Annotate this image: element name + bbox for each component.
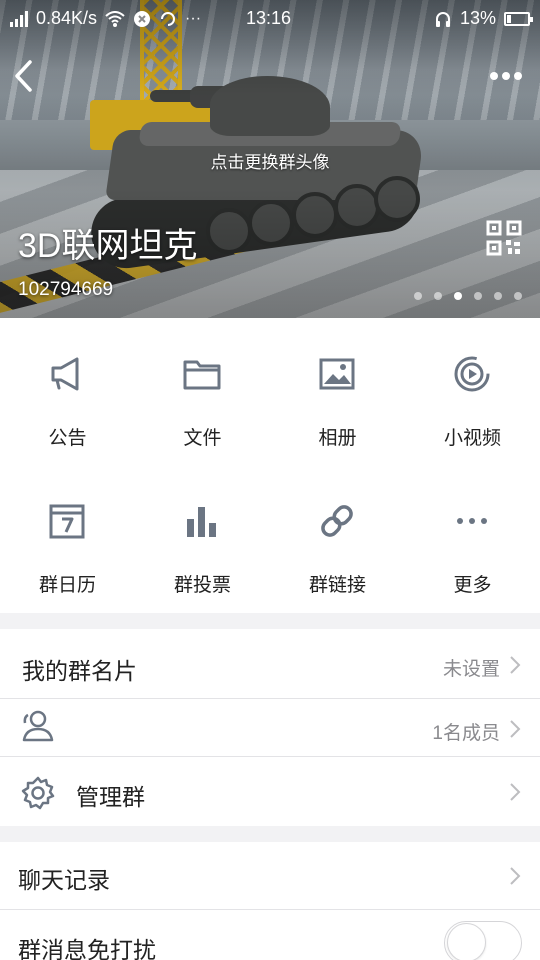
link-icon — [321, 505, 353, 537]
more-options-button[interactable] — [486, 66, 526, 86]
album-icon — [319, 358, 355, 390]
network-speed: 0.84K/s — [36, 8, 98, 28]
my-group-card-row[interactable]: 我的群名片 未设置 — [0, 629, 540, 699]
calendar-button[interactable]: 群日历 — [0, 465, 135, 612]
page-dot — [434, 292, 442, 300]
grid-label: 更多 — [453, 575, 492, 596]
mute-row: 群消息免打扰 — [0, 911, 540, 960]
back-button[interactable] — [10, 58, 40, 94]
grid-label: 公告 — [48, 428, 87, 449]
megaphone-icon — [51, 357, 79, 391]
chat-history-row[interactable]: 聊天记录 — [0, 842, 540, 910]
dot-icon — [514, 72, 522, 80]
grid-label: 相册 — [318, 428, 357, 449]
group-header-banner[interactable]: 0.84K/s ··· 13:16 13% 点击更换群头像 3D联网坦克 102… — [0, 0, 540, 318]
page-dot — [514, 292, 522, 300]
chevron-right-icon — [510, 656, 521, 674]
chat-history-label: 聊天记录 — [18, 867, 110, 893]
qr-code-button[interactable] — [486, 220, 522, 256]
more-dots-icon — [457, 518, 487, 524]
banner-page-indicator — [414, 292, 522, 300]
folder-icon — [183, 360, 221, 390]
more-notifications-icon: ··· — [185, 9, 202, 27]
chat-settings-section: 聊天记录 群消息免打扰 — [0, 842, 540, 960]
bar-chart-icon — [187, 507, 216, 537]
page-dot — [454, 292, 462, 300]
members-icon — [22, 710, 54, 742]
toggle-knob — [447, 923, 486, 960]
group-link-button[interactable]: 群链接 — [270, 465, 405, 612]
mute-toggle[interactable] — [444, 921, 522, 960]
signal-icon — [10, 10, 28, 27]
page-dot — [414, 292, 422, 300]
chevron-right-icon — [510, 867, 521, 885]
status-bar: 0.84K/s ··· 13:16 13% — [0, 0, 540, 36]
chevron-right-icon — [510, 720, 521, 738]
album-button[interactable]: 相册 — [270, 318, 405, 465]
mute-label: 群消息免打扰 — [18, 937, 156, 960]
short-video-icon — [454, 356, 490, 392]
gear-icon — [21, 776, 55, 810]
manage-group-label: 管理群 — [76, 784, 145, 810]
change-avatar-hint[interactable]: 点击更换群头像 — [0, 148, 540, 173]
sync-icon — [161, 11, 176, 26]
chevron-right-icon — [510, 783, 521, 801]
announcement-button[interactable]: 公告 — [0, 318, 135, 465]
grid-label: 群投票 — [173, 575, 231, 596]
more-features-button[interactable]: 更多 — [405, 465, 540, 612]
battery-icon — [504, 11, 533, 26]
back-arrow-icon — [15, 60, 32, 92]
clock: 13:16 — [246, 8, 292, 28]
headphone-icon — [435, 11, 450, 27]
short-video-button[interactable]: 小视频 — [405, 318, 540, 465]
grid-label: 群链接 — [308, 575, 366, 596]
dot-icon — [490, 72, 498, 80]
page-dot — [474, 292, 482, 300]
dot-icon — [502, 72, 510, 80]
qr-code-icon — [486, 220, 522, 256]
page-dot — [494, 292, 502, 300]
group-settings-section: 我的群名片 未设置 1名成员 管理群 — [0, 629, 540, 826]
manage-group-row[interactable]: 管理群 — [0, 758, 540, 826]
wifi-icon — [105, 10, 125, 27]
grid-label: 文件 — [183, 428, 222, 449]
vote-button[interactable]: 群投票 — [135, 465, 270, 612]
feature-grid: 公告 文件 相册 小视频 群日历 群投票 群链接 更多 — [0, 318, 540, 613]
notification-icon — [134, 10, 151, 27]
group-id: 102794669 — [18, 279, 114, 300]
files-button[interactable]: 文件 — [135, 318, 270, 465]
grid-label: 小视频 — [443, 428, 501, 449]
battery-percent: 13% — [459, 8, 496, 28]
member-count: 1名成员 — [432, 723, 500, 744]
members-row[interactable]: 1名成员 — [0, 701, 540, 757]
my-group-card-label: 我的群名片 — [22, 658, 137, 684]
grid-label: 群日历 — [38, 575, 96, 596]
my-group-card-value: 未设置 — [442, 659, 500, 680]
group-name: 3D联网坦克 — [18, 227, 198, 265]
calendar-icon — [49, 504, 85, 539]
